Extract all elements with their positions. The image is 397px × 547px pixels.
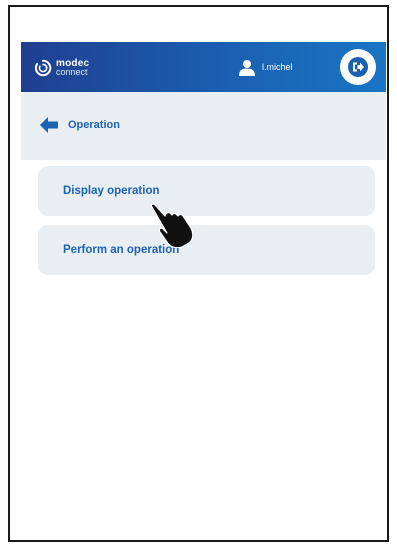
logout-button[interactable]	[340, 49, 376, 85]
user-info: l.michel	[239, 57, 293, 77]
display-operation-button[interactable]: Display operation	[38, 166, 375, 216]
app-header: modec connect l.michel	[21, 42, 386, 92]
logout-icon	[348, 57, 368, 77]
perform-operation-button[interactable]: Perform an operation	[38, 225, 375, 275]
page-subheader: Operation	[21, 92, 386, 160]
user-icon	[239, 59, 255, 76]
page-title: Operation	[68, 119, 120, 131]
app-logo: modec connect	[34, 54, 89, 82]
logo-product: connect	[56, 67, 88, 77]
user-name: l.michel	[262, 62, 293, 72]
modec-logo-icon	[34, 59, 52, 77]
arrow-left-icon[interactable]	[39, 116, 59, 134]
display-operation-label: Display operation	[63, 185, 160, 197]
hand-pointer-icon	[150, 203, 194, 248]
